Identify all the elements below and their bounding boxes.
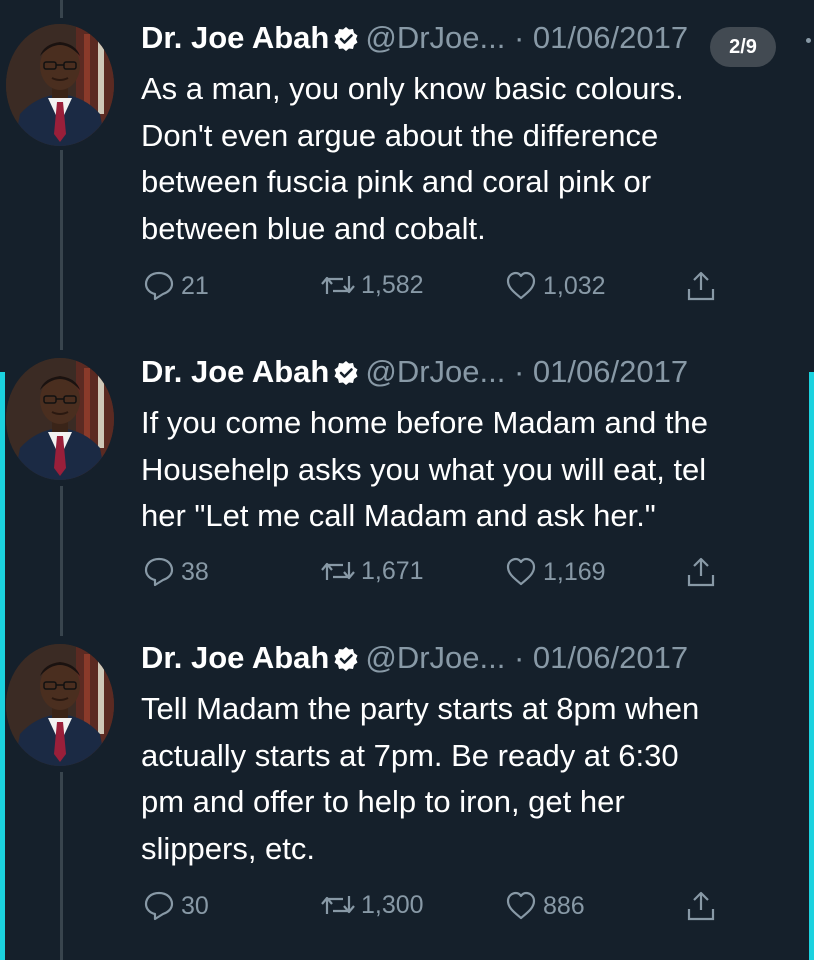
tweet-date[interactable]: · 01/06/2017: [514, 354, 688, 389]
image-counter-badge: 2/9: [710, 27, 776, 67]
reply-icon: [144, 271, 174, 301]
retweet-button[interactable]: 1,582: [321, 270, 424, 300]
retweet-count: 1,300: [361, 890, 424, 919]
reply-icon: [144, 557, 174, 587]
tweet-text: If you come home before Madam and the Ho…: [141, 405, 708, 533]
thread-line-2: [60, 486, 63, 636]
reply-button[interactable]: 30: [143, 890, 209, 922]
retweet-icon: [321, 894, 355, 916]
like-button[interactable]: 886: [505, 890, 585, 922]
tweet-actions: 21 1,582 1,032: [141, 270, 741, 310]
retweet-icon: [321, 560, 355, 582]
tweet-date[interactable]: · 01/06/2017: [514, 20, 688, 55]
thread-line-top: [60, 0, 63, 18]
tweet-date[interactable]: · 01/06/2017: [514, 640, 688, 675]
like-count: 1,032: [543, 271, 606, 300]
share-button[interactable]: [685, 270, 723, 302]
retweet-icon: [321, 274, 355, 296]
like-count: 886: [543, 891, 585, 920]
share-icon: [687, 557, 715, 587]
tweet-header: Dr. Joe Abah @DrJoe... · 01/06/2017: [141, 354, 688, 394]
reply-button[interactable]: 38: [143, 556, 209, 588]
like-button[interactable]: 1,032: [505, 270, 606, 302]
author-handle[interactable]: @DrJoe...: [365, 20, 505, 55]
share-icon: [687, 271, 715, 301]
author-name[interactable]: Dr. Joe Abah: [141, 354, 329, 389]
heart-icon: [506, 557, 536, 586]
tweet-header: Dr. Joe Abah @DrJoe... · 01/06/2017: [141, 20, 688, 60]
reply-count: 38: [181, 557, 209, 586]
author-handle[interactable]: @DrJoe...: [365, 354, 505, 389]
reply-count: 30: [181, 891, 209, 920]
verified-badge-icon: [333, 358, 360, 394]
tweet-text: Tell Madam the party starts at 8pm when …: [141, 691, 700, 866]
reply-count: 21: [181, 271, 209, 300]
author-handle[interactable]: @DrJoe...: [365, 640, 505, 675]
tweet-text: As a man, you only know basic colours. D…: [141, 71, 684, 246]
share-button[interactable]: [685, 890, 723, 922]
tweet-actions: 38 1,671 1,169: [141, 556, 741, 596]
verified-badge-icon: [333, 24, 360, 60]
more-options-icon[interactable]: [806, 38, 811, 43]
heart-icon: [506, 271, 536, 300]
retweet-button[interactable]: 1,300: [321, 890, 424, 920]
retweet-button[interactable]: 1,671: [321, 556, 424, 586]
author-name[interactable]: Dr. Joe Abah: [141, 640, 329, 675]
like-button[interactable]: 1,169: [505, 556, 606, 588]
thread-line-3: [60, 772, 63, 960]
reply-icon: [144, 891, 174, 921]
retweet-count: 1,671: [361, 556, 424, 585]
author-name[interactable]: Dr. Joe Abah: [141, 20, 329, 55]
avatar[interactable]: [6, 358, 114, 480]
avatar[interactable]: [6, 24, 114, 146]
like-count: 1,169: [543, 557, 606, 586]
reply-button[interactable]: 21: [143, 270, 209, 302]
avatar[interactable]: [6, 644, 114, 766]
verified-badge-icon: [333, 644, 360, 680]
tweet-actions: 30 1,300 886: [141, 890, 741, 930]
thread-line-1: [60, 150, 63, 350]
share-button[interactable]: [685, 556, 723, 588]
retweet-count: 1,582: [361, 270, 424, 299]
share-icon: [687, 891, 715, 921]
tweet-header: Dr. Joe Abah @DrJoe... · 01/06/2017: [141, 640, 688, 680]
heart-icon: [506, 891, 536, 920]
focus-accent-left: [0, 372, 5, 960]
